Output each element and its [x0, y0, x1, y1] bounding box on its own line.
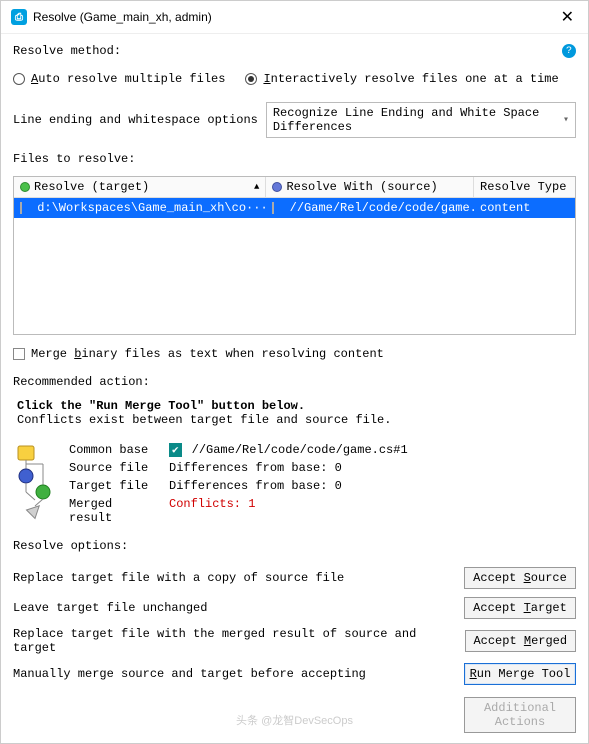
opt-accept-merged-text: Replace target file with the merged resu…: [13, 627, 465, 655]
merged-result-label: Merged result: [69, 497, 159, 525]
col-resolve-type[interactable]: Resolve Type: [474, 177, 575, 197]
recommended-action-text: Click the "Run Merge Tool" button below.: [17, 399, 576, 413]
window-title: Resolve (Game_main_xh, admin): [33, 10, 557, 24]
files-table: Resolve (target) ▲ Resolve With (source)…: [13, 176, 576, 335]
merge-binary-checkbox[interactable]: [13, 348, 25, 360]
col-resolve-with[interactable]: Resolve With (source): [266, 177, 474, 197]
app-icon: ⎙: [11, 9, 27, 25]
resolve-options-label: Resolve options:: [13, 539, 576, 553]
common-base-label: Common base: [69, 443, 159, 457]
help-icon[interactable]: ?: [562, 44, 576, 58]
run-merge-tool-button[interactable]: Run Merge Tool: [464, 663, 576, 685]
sort-asc-icon: ▲: [254, 182, 259, 192]
resolve-method-label: Resolve method:: [13, 44, 121, 58]
source-file-label: Source file: [69, 461, 159, 475]
col-resolve-target[interactable]: Resolve (target) ▲: [14, 177, 266, 197]
titlebar: ⎙ Resolve (Game_main_xh, admin) ✕: [1, 1, 588, 34]
recommended-sub-text: Conflicts exist between target file and …: [17, 413, 576, 427]
lineending-value: Recognize Line Ending and White Space Di…: [273, 106, 563, 134]
table-header: Resolve (target) ▲ Resolve With (source)…: [14, 177, 575, 198]
table-row[interactable]: d:\Workspaces\Game_main_xh\co··· //Game/…: [14, 198, 575, 218]
file-icon: [272, 202, 274, 214]
common-base-value: //Game/Rel/code/code/game.cs#1: [192, 443, 408, 457]
opt-accept-source-text: Replace target file with a copy of sourc…: [13, 571, 344, 585]
source-file-value: Differences from base: 0: [169, 461, 342, 475]
target-file-value: Differences from base: 0: [169, 479, 342, 493]
check-chip-icon: ✔: [169, 443, 182, 457]
opt-accept-target-text: Leave target file unchanged: [13, 601, 207, 615]
close-icon[interactable]: ✕: [557, 7, 578, 27]
merge-binary-label: Merge binary files as text when resolvin…: [31, 347, 384, 361]
accept-source-button[interactable]: Accept Source: [464, 567, 576, 589]
recommended-label: Recommended action:: [13, 375, 576, 389]
lineending-label: Line ending and whitespace options: [13, 113, 258, 127]
accept-merged-button[interactable]: Accept Merged: [465, 630, 576, 652]
merge-graph-icon: [13, 443, 57, 525]
merged-result-value: Conflicts: 1: [169, 497, 255, 525]
chevron-down-icon: ▾: [563, 114, 569, 126]
radio-interactive[interactable]: [245, 73, 257, 85]
radio-auto[interactable]: [13, 73, 25, 85]
blue-circle-icon: [272, 182, 282, 192]
accept-target-button[interactable]: Accept Target: [464, 597, 576, 619]
lineending-dropdown[interactable]: Recognize Line Ending and White Space Di…: [266, 102, 576, 138]
additional-actions-button[interactable]: Additional Actions: [464, 697, 576, 733]
radio-interactive-label: Interactively resolve files one at a tim…: [263, 72, 558, 86]
resolve-dialog: ⎙ Resolve (Game_main_xh, admin) ✕ Resolv…: [0, 0, 589, 744]
target-file-label: Target file: [69, 479, 159, 493]
files-label: Files to resolve:: [13, 152, 576, 166]
green-circle-icon: [20, 182, 30, 192]
opt-run-merge-text: Manually merge source and target before …: [13, 667, 366, 681]
file-icon: [20, 202, 22, 214]
radio-auto-label: Auto resolve multiple files: [31, 72, 225, 86]
resolve-method-radios: Auto resolve multiple files Interactivel…: [13, 72, 576, 86]
